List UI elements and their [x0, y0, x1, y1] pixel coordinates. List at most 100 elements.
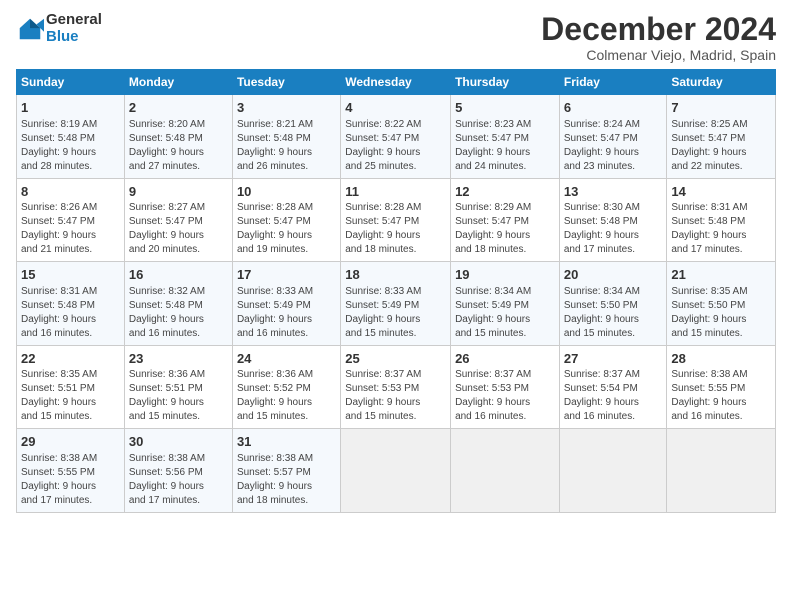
day-info: Sunrise: 8:33 AM Sunset: 5:49 PM Dayligh…: [345, 285, 446, 341]
table-row: 11Sunrise: 8:28 AM Sunset: 5:47 PM Dayli…: [341, 178, 451, 262]
table-row: 15Sunrise: 8:31 AM Sunset: 5:48 PM Dayli…: [17, 262, 125, 346]
col-monday: Monday: [124, 70, 232, 95]
logo-text-general: General: [46, 11, 102, 28]
day-info: Sunrise: 8:29 AM Sunset: 5:47 PM Dayligh…: [455, 201, 555, 257]
col-wednesday: Wednesday: [341, 70, 451, 95]
day-info: Sunrise: 8:28 AM Sunset: 5:47 PM Dayligh…: [237, 201, 336, 257]
table-row: 16Sunrise: 8:32 AM Sunset: 5:48 PM Dayli…: [124, 262, 232, 346]
day-number: 29: [21, 433, 120, 451]
day-info: Sunrise: 8:35 AM Sunset: 5:51 PM Dayligh…: [21, 368, 120, 424]
day-number: 10: [237, 183, 336, 201]
day-info: Sunrise: 8:31 AM Sunset: 5:48 PM Dayligh…: [21, 285, 120, 341]
table-row: 27Sunrise: 8:37 AM Sunset: 5:54 PM Dayli…: [559, 345, 667, 429]
day-number: 20: [564, 266, 663, 284]
day-info: Sunrise: 8:22 AM Sunset: 5:47 PM Dayligh…: [345, 118, 446, 174]
table-row: 7Sunrise: 8:25 AM Sunset: 5:47 PM Daylig…: [667, 95, 776, 179]
logo-text-blue: Blue: [46, 28, 79, 45]
table-row: 18Sunrise: 8:33 AM Sunset: 5:49 PM Dayli…: [341, 262, 451, 346]
table-row: 29Sunrise: 8:38 AM Sunset: 5:55 PM Dayli…: [17, 429, 125, 513]
day-number: 12: [455, 183, 555, 201]
table-row: [341, 429, 451, 513]
day-number: 4: [345, 99, 446, 117]
day-info: Sunrise: 8:24 AM Sunset: 5:47 PM Dayligh…: [564, 118, 663, 174]
table-row: 31Sunrise: 8:38 AM Sunset: 5:57 PM Dayli…: [232, 429, 340, 513]
day-number: 22: [21, 350, 120, 368]
calendar-week-row: 29Sunrise: 8:38 AM Sunset: 5:55 PM Dayli…: [17, 429, 776, 513]
day-info: Sunrise: 8:20 AM Sunset: 5:48 PM Dayligh…: [129, 118, 228, 174]
table-row: 26Sunrise: 8:37 AM Sunset: 5:53 PM Dayli…: [451, 345, 560, 429]
table-row: [451, 429, 560, 513]
day-info: Sunrise: 8:36 AM Sunset: 5:51 PM Dayligh…: [129, 368, 228, 424]
title-block: December 2024 Colmenar Viejo, Madrid, Sp…: [541, 12, 776, 63]
day-info: Sunrise: 8:36 AM Sunset: 5:52 PM Dayligh…: [237, 368, 336, 424]
day-info: Sunrise: 8:28 AM Sunset: 5:47 PM Dayligh…: [345, 201, 446, 257]
table-row: 8Sunrise: 8:26 AM Sunset: 5:47 PM Daylig…: [17, 178, 125, 262]
table-row: 1Sunrise: 8:19 AM Sunset: 5:48 PM Daylig…: [17, 95, 125, 179]
day-number: 14: [671, 183, 771, 201]
table-row: 2Sunrise: 8:20 AM Sunset: 5:48 PM Daylig…: [124, 95, 232, 179]
calendar-week-row: 15Sunrise: 8:31 AM Sunset: 5:48 PM Dayli…: [17, 262, 776, 346]
day-info: Sunrise: 8:19 AM Sunset: 5:48 PM Dayligh…: [21, 118, 120, 174]
table-row: 30Sunrise: 8:38 AM Sunset: 5:56 PM Dayli…: [124, 429, 232, 513]
calendar-week-row: 1Sunrise: 8:19 AM Sunset: 5:48 PM Daylig…: [17, 95, 776, 179]
day-info: Sunrise: 8:30 AM Sunset: 5:48 PM Dayligh…: [564, 201, 663, 257]
table-row: 19Sunrise: 8:34 AM Sunset: 5:49 PM Dayli…: [451, 262, 560, 346]
table-row: 28Sunrise: 8:38 AM Sunset: 5:55 PM Dayli…: [667, 345, 776, 429]
day-info: Sunrise: 8:38 AM Sunset: 5:55 PM Dayligh…: [21, 452, 120, 508]
day-number: 31: [237, 433, 336, 451]
day-number: 27: [564, 350, 663, 368]
calendar-table: Sunday Monday Tuesday Wednesday Thursday…: [16, 69, 776, 513]
day-info: Sunrise: 8:34 AM Sunset: 5:50 PM Dayligh…: [564, 285, 663, 341]
page-container: General Blue December 2024 Colmenar Viej…: [0, 0, 792, 521]
day-info: Sunrise: 8:35 AM Sunset: 5:50 PM Dayligh…: [671, 285, 771, 341]
table-row: 21Sunrise: 8:35 AM Sunset: 5:50 PM Dayli…: [667, 262, 776, 346]
day-number: 25: [345, 350, 446, 368]
table-row: 20Sunrise: 8:34 AM Sunset: 5:50 PM Dayli…: [559, 262, 667, 346]
table-row: 10Sunrise: 8:28 AM Sunset: 5:47 PM Dayli…: [232, 178, 340, 262]
day-info: Sunrise: 8:33 AM Sunset: 5:49 PM Dayligh…: [237, 285, 336, 341]
day-info: Sunrise: 8:37 AM Sunset: 5:53 PM Dayligh…: [455, 368, 555, 424]
day-info: Sunrise: 8:37 AM Sunset: 5:54 PM Dayligh…: [564, 368, 663, 424]
table-row: 5Sunrise: 8:23 AM Sunset: 5:47 PM Daylig…: [451, 95, 560, 179]
month-title: December 2024: [541, 12, 776, 47]
logo-block: General Blue: [16, 12, 102, 45]
table-row: [667, 429, 776, 513]
day-number: 17: [237, 266, 336, 284]
day-number: 28: [671, 350, 771, 368]
day-info: Sunrise: 8:21 AM Sunset: 5:48 PM Dayligh…: [237, 118, 336, 174]
day-info: Sunrise: 8:38 AM Sunset: 5:55 PM Dayligh…: [671, 368, 771, 424]
day-number: 15: [21, 266, 120, 284]
day-info: Sunrise: 8:38 AM Sunset: 5:56 PM Dayligh…: [129, 452, 228, 508]
day-number: 11: [345, 183, 446, 201]
table-row: 6Sunrise: 8:24 AM Sunset: 5:47 PM Daylig…: [559, 95, 667, 179]
day-number: 24: [237, 350, 336, 368]
day-number: 8: [21, 183, 120, 201]
header: General Blue December 2024 Colmenar Viej…: [16, 12, 776, 63]
col-friday: Friday: [559, 70, 667, 95]
table-row: 22Sunrise: 8:35 AM Sunset: 5:51 PM Dayli…: [17, 345, 125, 429]
day-number: 3: [237, 99, 336, 117]
day-number: 16: [129, 266, 228, 284]
day-number: 19: [455, 266, 555, 284]
day-number: 9: [129, 183, 228, 201]
table-row: 13Sunrise: 8:30 AM Sunset: 5:48 PM Dayli…: [559, 178, 667, 262]
day-info: Sunrise: 8:26 AM Sunset: 5:47 PM Dayligh…: [21, 201, 120, 257]
day-number: 13: [564, 183, 663, 201]
calendar-header-row: Sunday Monday Tuesday Wednesday Thursday…: [17, 70, 776, 95]
day-info: Sunrise: 8:31 AM Sunset: 5:48 PM Dayligh…: [671, 201, 771, 257]
table-row: 23Sunrise: 8:36 AM Sunset: 5:51 PM Dayli…: [124, 345, 232, 429]
col-sunday: Sunday: [17, 70, 125, 95]
day-info: Sunrise: 8:23 AM Sunset: 5:47 PM Dayligh…: [455, 118, 555, 174]
table-row: [559, 429, 667, 513]
col-tuesday: Tuesday: [232, 70, 340, 95]
calendar-week-row: 22Sunrise: 8:35 AM Sunset: 5:51 PM Dayli…: [17, 345, 776, 429]
day-info: Sunrise: 8:25 AM Sunset: 5:47 PM Dayligh…: [671, 118, 771, 174]
day-number: 18: [345, 266, 446, 284]
location-subtitle: Colmenar Viejo, Madrid, Spain: [541, 47, 776, 63]
day-info: Sunrise: 8:27 AM Sunset: 5:47 PM Dayligh…: [129, 201, 228, 257]
table-row: 4Sunrise: 8:22 AM Sunset: 5:47 PM Daylig…: [341, 95, 451, 179]
day-info: Sunrise: 8:32 AM Sunset: 5:48 PM Dayligh…: [129, 285, 228, 341]
table-row: 25Sunrise: 8:37 AM Sunset: 5:53 PM Dayli…: [341, 345, 451, 429]
day-info: Sunrise: 8:34 AM Sunset: 5:49 PM Dayligh…: [455, 285, 555, 341]
day-number: 23: [129, 350, 228, 368]
